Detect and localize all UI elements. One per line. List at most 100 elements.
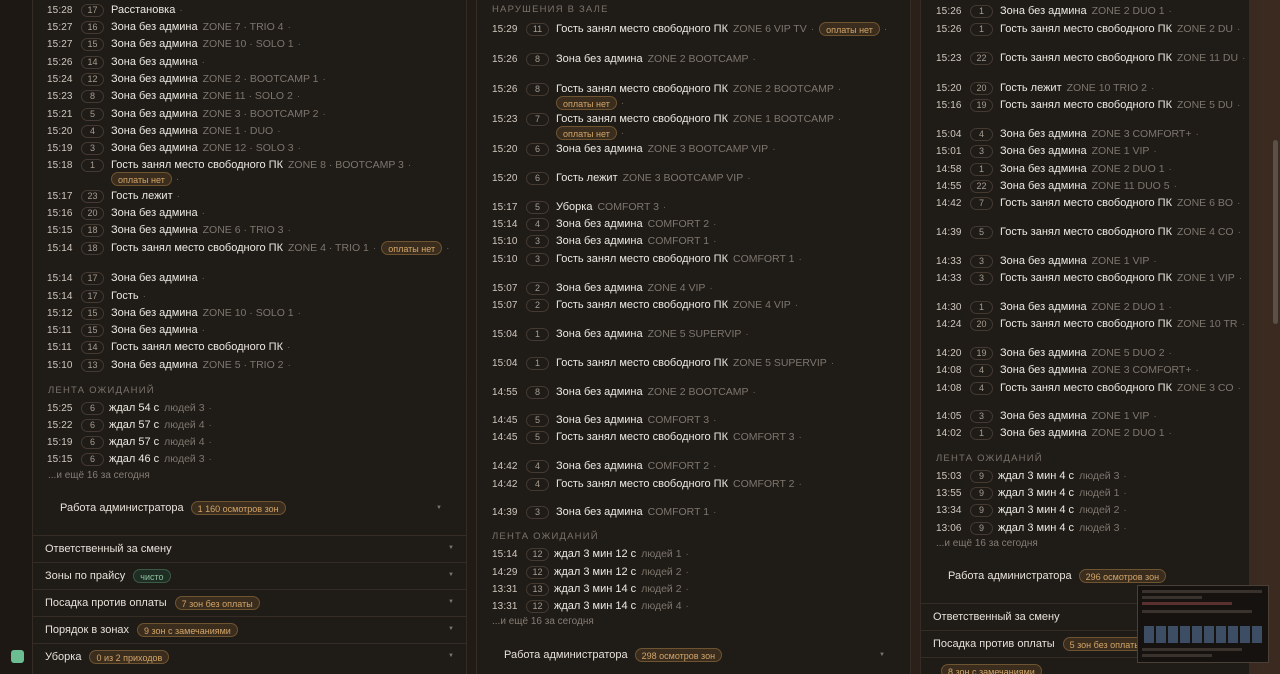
- event-row[interactable]: 15:07 2 Гость занял место свободного ПК ZON…: [492, 298, 798, 312]
- wait-row[interactable]: 13:31 12 ждал 3 мин 14 с людей 4 ·: [492, 599, 689, 613]
- event-row[interactable]: 14:08 4 Зона без админа ZONE 3 COMFORT+ ·: [936, 363, 1199, 377]
- event-row[interactable]: 15:23 22 Гость занял место свободного ПК ZO…: [936, 51, 1245, 65]
- event-row[interactable]: 14:39 5 Гость занял место свободного ПК ZON…: [936, 225, 1241, 239]
- panel-0[interactable]: Ответственный за смену ▼: [33, 535, 466, 562]
- event-row[interactable]: 15:10 3 Зона без админа COMFORT 1 ·: [492, 234, 716, 248]
- page-scrollbar[interactable]: [1273, 140, 1278, 324]
- panel-3[interactable]: Порядок в зонах 9 зон с замечаниями ▼: [33, 616, 466, 643]
- event-row[interactable]: 15:21 5 Зона без админа ZONE 3 · BOOTCAMP 2…: [47, 107, 326, 121]
- event-row[interactable]: 14:33 3 Зона без админа ZONE 1 VIP ·: [936, 254, 1157, 268]
- event-row[interactable]: 14:42 4 Зона без админа COMFORT 2 ·: [492, 459, 716, 473]
- admin-work-row[interactable]: Работа администратора 1 160 осмотров зон ▼: [60, 501, 450, 515]
- event-row[interactable]: 15:26 8 Гость занял место свободного ПК ZON…: [492, 82, 841, 96]
- preview-thumbnail[interactable]: [1137, 585, 1269, 663]
- chevron-down-icon: ▼: [879, 652, 885, 658]
- event-row[interactable]: 14:42 7 Гость занял место свободного ПК ZON…: [936, 196, 1240, 210]
- wait-row[interactable]: 15:19 6 ждал 57 с людей 4 ·: [47, 435, 212, 449]
- event-row[interactable]: 14:45 5 Гость занял место свободного ПК COM…: [492, 430, 802, 444]
- admin-work-row[interactable]: Работа администратора 298 осмотров зон ▼: [504, 648, 894, 662]
- panel-2[interactable]: Посадка против оплаты 7 зон без оплаты ▼: [33, 589, 466, 616]
- separator-dot: ·: [837, 83, 842, 95]
- event-row[interactable]: 15:11 14 Гость занял место свободного ПК ·: [47, 340, 290, 354]
- event-row[interactable]: 14:30 1 Зона без админа ZONE 2 DUO 1 ·: [936, 300, 1172, 314]
- wait-row[interactable]: 15:25 6 ждал 54 с людей 3 ·: [47, 401, 212, 415]
- more-link[interactable]: ...и ещё 16 за сегодня: [936, 538, 1038, 549]
- wait-row[interactable]: 15:22 6 ждал 57 с людей 4 ·: [47, 418, 212, 432]
- event-row[interactable]: 15:26 1 Зона без админа ZONE 2 DUO 1 ·: [936, 4, 1172, 18]
- event-row[interactable]: 15:15 18 Зона без админа ZONE 6 · TRIO 3 ·: [47, 223, 291, 237]
- event-row[interactable]: 15:14 17 Гость ·: [47, 289, 146, 303]
- event-row[interactable]: 15:04 1 Зона без админа ZONE 5 SUPERVIP ·: [492, 327, 749, 341]
- event-row[interactable]: 14:33 3 Гость занял место свободного ПК ZON…: [936, 271, 1242, 285]
- admin-work-row[interactable]: Работа администратора 296 осмотров зон: [948, 569, 1249, 583]
- event-row[interactable]: 14:08 4 Гость занял место свободного ПК ZON…: [936, 381, 1241, 395]
- more-link[interactable]: ...и ещё 16 за сегодня: [48, 470, 150, 481]
- wait-row[interactable]: 14:29 12 ждал 3 мин 12 с людей 2 ·: [492, 565, 689, 579]
- panel-label: Ответственный за смену: [933, 611, 1060, 623]
- event-row[interactable]: 15:07 2 Зона без админа ZONE 4 VIP ·: [492, 281, 713, 295]
- event-row[interactable]: 15:26 14 Зона без админа ·: [47, 55, 205, 69]
- event-count-badge: 5: [526, 430, 549, 444]
- event-row[interactable]: 14:42 4 Гость занял место свободного ПК COM…: [492, 477, 802, 491]
- event-row[interactable]: 15:29 11 Гость занял место свободного ПК ZO…: [492, 22, 887, 36]
- event-label: Зона без админа: [1000, 427, 1087, 439]
- event-row[interactable]: 15:20 6 Зона без админа ZONE 3 BOOTCAMP VIP…: [492, 142, 776, 156]
- wait-row[interactable]: 13:55 9 ждал 3 мин 4 с людей 1 ·: [936, 486, 1127, 500]
- panel-4[interactable]: Уборка 0 из 2 приходов ▼: [33, 643, 466, 670]
- event-row[interactable]: 15:23 7 Гость занял место свободного ПК ZON…: [492, 112, 841, 126]
- event-time: 14:30: [936, 301, 962, 313]
- event-row[interactable]: 15:26 1 Гость занял место свободного ПК ZON…: [936, 22, 1240, 36]
- event-row[interactable]: 14:58 1 Зона без админа ZONE 2 DUO 1 ·: [936, 162, 1172, 176]
- event-row[interactable]: 15:04 4 Зона без админа ZONE 3 COMFORT+ ·: [936, 127, 1199, 141]
- more-link[interactable]: ...и ещё 16 за сегодня: [492, 616, 594, 627]
- wait-row[interactable]: 15:14 12 ждал 3 мин 12 с людей 1 ·: [492, 547, 689, 561]
- event-row[interactable]: 15:11 15 Зона без админа ·: [47, 323, 205, 337]
- event-row[interactable]: 15:14 4 Зона без админа COMFORT 2 ·: [492, 217, 716, 231]
- event-row[interactable]: 15:26 8 Зона без админа ZONE 2 BOOTCAMP ·: [492, 52, 756, 66]
- wait-row[interactable]: 13:31 13 ждал 3 мин 14 с людей 2 ·: [492, 582, 689, 596]
- event-row[interactable]: 14:45 5 Зона без админа COMFORT 3 ·: [492, 413, 716, 427]
- event-row[interactable]: 14:02 1 Зона без админа ZONE 2 DUO 1 ·: [936, 426, 1172, 440]
- event-row[interactable]: 15:27 16 Зона без админа ZONE 7 · TRIO 4 ·: [47, 20, 291, 34]
- event-row[interactable]: 14:05 3 Зона без админа ZONE 1 VIP ·: [936, 409, 1157, 423]
- event-row[interactable]: 15:04 1 Гость занял место свободного ПК ZON…: [492, 356, 834, 370]
- event-row[interactable]: 15:10 3 Гость занял место свободного ПК COM…: [492, 252, 802, 266]
- event-zone: COMFORT 1: [732, 253, 795, 265]
- event-row[interactable]: 15:20 6 Гость лежит ZONE 3 BOOTCAMP VIP ·: [492, 171, 751, 185]
- event-row[interactable]: 15:17 23 Гость лежит ·: [47, 189, 180, 203]
- event-zone: ZONE 8 · BOOTCAMP 3: [287, 159, 404, 171]
- event-row[interactable]: 15:12 15 Зона без админа ZONE 10 · SOLO 1 ·: [47, 306, 301, 320]
- wait-row[interactable]: 13:06 9 ждал 3 мин 4 с людей 3 ·: [936, 521, 1127, 535]
- event-row[interactable]: 15:23 8 Зона без админа ZONE 11 · SOLO 2 ·: [47, 89, 300, 103]
- event-time: 14:39: [936, 226, 962, 238]
- wait-people: людей 1: [1079, 487, 1120, 499]
- wait-row[interactable]: 13:34 9 ждал 3 мин 4 с людей 2 ·: [936, 503, 1127, 517]
- event-row[interactable]: 14:20 19 Зона без админа ZONE 5 DUO 2 ·: [936, 346, 1172, 360]
- event-row[interactable]: 15:20 4 Зона без админа ZONE 1 · DUO ·: [47, 124, 281, 138]
- separator-dot: ·: [685, 583, 689, 595]
- status-indicator-icon[interactable]: [11, 650, 24, 663]
- event-row[interactable]: 15:20 20 Гость лежит ZONE 10 TRIO 2 ·: [936, 81, 1154, 95]
- event-count-badge: 20: [970, 81, 993, 95]
- event-row[interactable]: 15:14 18 Гость занял место свободного ПК ZO…: [47, 241, 449, 255]
- event-row[interactable]: 14:55 22 Зона без админа ZONE 11 DUO 5 ·: [936, 179, 1177, 193]
- event-row[interactable]: 14:24 20 Гость занял место свободного ПК ZO…: [936, 317, 1245, 331]
- separator-dot: ·: [1168, 301, 1172, 313]
- event-row[interactable]: 14:55 8 Зона без админа ZONE 2 BOOTCAMP ·: [492, 385, 756, 399]
- event-row[interactable]: 15:27 15 Зона без админа ZONE 10 · SOLO 1 ·: [47, 37, 301, 51]
- event-row[interactable]: 15:19 3 Зона без админа ZONE 12 · SOLO 3 ·: [47, 141, 301, 155]
- event-row[interactable]: 14:39 3 Зона без админа COMFORT 1 ·: [492, 505, 716, 519]
- event-row[interactable]: 15:18 1 Гость занял место свободного ПК ZON…: [47, 158, 411, 172]
- event-row[interactable]: 15:24 12 Зона без админа ZONE 2 · BOOTCAMP …: [47, 72, 326, 86]
- event-row[interactable]: 15:16 20 Зона без админа ·: [47, 206, 205, 220]
- separator-dot: ·: [772, 143, 776, 155]
- event-row[interactable]: 15:14 17 Зона без админа ·: [47, 271, 205, 285]
- event-row[interactable]: 15:01 3 Зона без админа ZONE 1 VIP ·: [936, 144, 1157, 158]
- event-row[interactable]: 15:16 19 Гость занял место свободного ПК ZO…: [936, 98, 1240, 112]
- event-row[interactable]: 15:28 17 Расстановка ·: [47, 3, 183, 17]
- wait-row[interactable]: 15:03 9 ждал 3 мин 4 с людей 3 ·: [936, 469, 1127, 483]
- event-row[interactable]: 15:17 5 Уборка COMFORT 3 ·: [492, 200, 666, 214]
- panel-1[interactable]: Зоны по прайсу чисто ▼: [33, 562, 466, 589]
- event-row[interactable]: 15:10 13 Зона без админа ZONE 5 · TRIO 2 ·: [47, 358, 291, 372]
- wait-row[interactable]: 15:15 6 ждал 46 с людей 3 ·: [47, 452, 212, 466]
